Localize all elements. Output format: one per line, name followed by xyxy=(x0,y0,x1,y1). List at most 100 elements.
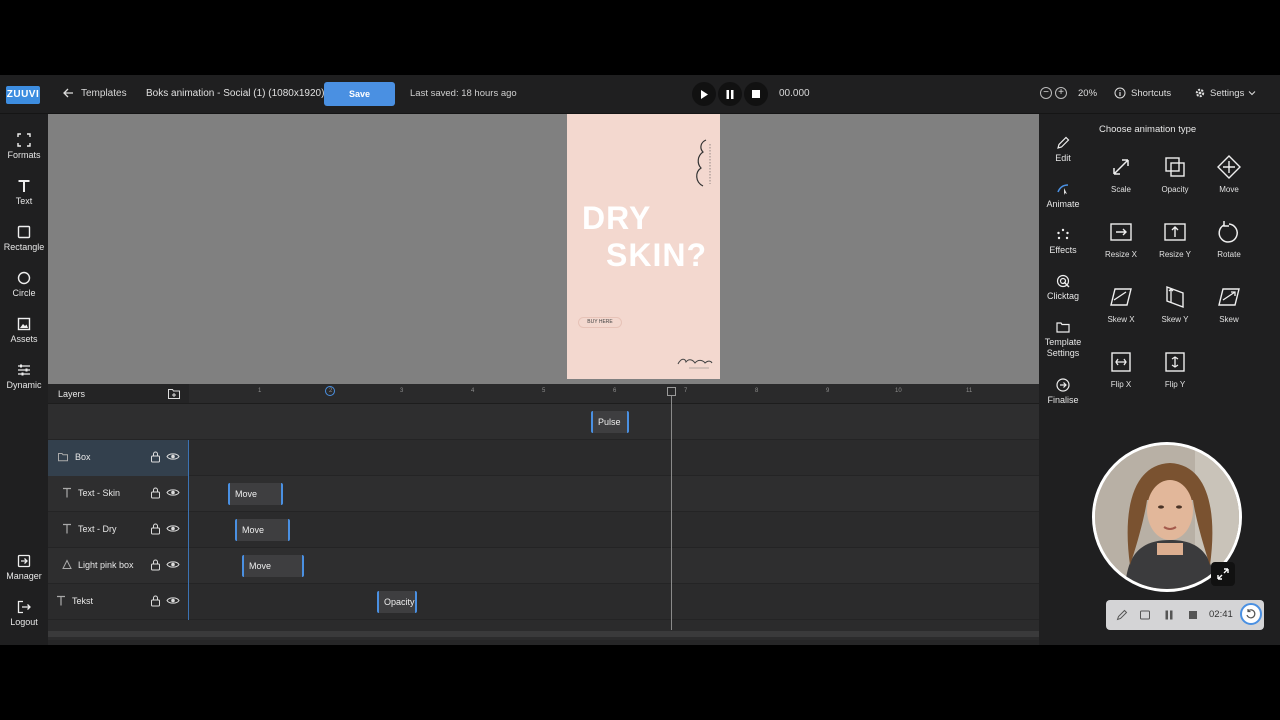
tab-finalise[interactable]: Finalise xyxy=(1039,378,1087,406)
ruler-tick: 10 xyxy=(895,388,902,394)
animation-clip-pulse[interactable]: Pulse xyxy=(591,411,629,433)
add-folder-icon[interactable] xyxy=(168,388,180,399)
play-button[interactable] xyxy=(692,82,716,106)
tool-logout[interactable]: Logout xyxy=(0,600,48,627)
ruler-tick: 6 xyxy=(613,388,617,394)
stop-button[interactable] xyxy=(744,82,768,106)
layer-cell: Light pink box xyxy=(48,548,189,584)
tool-rectangle[interactable]: Rectangle xyxy=(0,225,48,252)
timeline-scrollbar[interactable] xyxy=(48,631,1039,637)
ruler-tick: 1 xyxy=(258,388,262,394)
anim-type-flip-x[interactable]: Flip X xyxy=(1097,343,1145,403)
anim-type-resize-y[interactable]: Resize Y xyxy=(1151,213,1199,273)
time-marker[interactable] xyxy=(667,387,676,396)
save-button[interactable]: Save xyxy=(324,82,395,106)
animation-clip-move[interactable]: Move xyxy=(242,555,304,577)
animation-clip-move[interactable]: Move xyxy=(235,519,290,541)
ruler-tick: 4 xyxy=(471,388,475,394)
buy-here-button[interactable]: BUY HERE xyxy=(578,317,622,328)
tool-circle[interactable]: Circle xyxy=(0,271,48,298)
tool-label: Assets xyxy=(10,334,38,344)
lock-icon[interactable] xyxy=(150,594,161,607)
expand-webcam-button[interactable] xyxy=(1211,562,1235,586)
anim-type-flip-y[interactable]: Flip Y xyxy=(1151,343,1199,403)
eye-icon[interactable] xyxy=(166,451,180,462)
stop-icon[interactable] xyxy=(1187,609,1199,621)
eye-icon[interactable] xyxy=(166,523,180,534)
lock-icon[interactable] xyxy=(150,450,161,463)
anim-type-skew-y[interactable]: Skew Y xyxy=(1151,278,1199,338)
zuuvi-logo[interactable]: ZUUVI xyxy=(6,86,40,104)
anim-type-skew-x[interactable]: Skew X xyxy=(1097,278,1145,338)
tool-manager[interactable]: Manager xyxy=(0,554,48,581)
pause-icon xyxy=(726,89,734,99)
layer-cell: Text - Skin xyxy=(48,476,189,512)
back-to-templates-link[interactable]: Templates xyxy=(62,87,127,99)
tool-dynamic[interactable]: Dynamic xyxy=(0,363,48,390)
layer-row-tekst[interactable]: Tekst Opacity xyxy=(48,584,1039,620)
tool-text[interactable]: Text xyxy=(0,179,48,206)
pencil-icon xyxy=(1057,136,1070,149)
shortcuts-button[interactable]: Shortcuts xyxy=(1114,87,1171,99)
anim-type-move[interactable]: Move xyxy=(1205,148,1253,208)
tool-formats[interactable]: Formats xyxy=(0,133,48,160)
tab-template-settings[interactable]: Template Settings xyxy=(1039,320,1087,359)
tool-label: Formats xyxy=(7,150,41,160)
canvas-stage[interactable]: DRY SKIN? BUY HERE xyxy=(48,114,1039,384)
anim-type-rotate[interactable]: Rotate xyxy=(1205,213,1253,273)
pause-icon[interactable] xyxy=(1163,609,1175,621)
anim-type-resize-x[interactable]: Resize X xyxy=(1097,213,1145,273)
anim-type-label: Skew xyxy=(1219,315,1239,324)
ruler-tick: 3 xyxy=(400,388,404,394)
layer-row-text-dry[interactable]: Text - Dry Move xyxy=(48,512,1039,548)
right-tabs: Edit Animate Effects Clicktag Template S… xyxy=(1039,114,1087,645)
anim-type-opacity[interactable]: Opacity xyxy=(1151,148,1199,208)
tool-label: Text xyxy=(15,196,33,206)
eye-icon[interactable] xyxy=(166,559,180,570)
tab-label: Clicktag xyxy=(1046,291,1079,301)
layer-row-text-skin[interactable]: Text - Skin Move xyxy=(48,476,1039,512)
zoom-in-button[interactable]: + xyxy=(1055,87,1067,99)
recording-time: 02:41 xyxy=(1209,609,1233,620)
rectangle-icon xyxy=(17,225,31,239)
eye-icon[interactable] xyxy=(166,487,180,498)
layers-title: Layers xyxy=(58,389,86,399)
back-label: Templates xyxy=(81,87,127,99)
artboard[interactable]: DRY SKIN? BUY HERE xyxy=(567,114,720,379)
info-icon xyxy=(1114,87,1126,99)
lock-icon[interactable] xyxy=(150,522,161,535)
rectangle-select-icon[interactable] xyxy=(1139,609,1151,621)
headline-skin[interactable]: SKIN? xyxy=(606,237,707,274)
lock-icon[interactable] xyxy=(150,558,161,571)
ruler-tick: 5 xyxy=(542,388,546,394)
sliders-icon xyxy=(18,364,30,376)
target-click-icon xyxy=(1056,274,1070,288)
anim-type-scale[interactable]: Scale xyxy=(1097,148,1145,208)
eye-icon[interactable] xyxy=(166,595,180,606)
animation-clip-opacity[interactable]: Opacity xyxy=(377,591,417,613)
pause-button[interactable] xyxy=(718,82,742,106)
pencil-icon[interactable] xyxy=(1116,609,1128,621)
anim-type-label: Resize Y xyxy=(1159,250,1191,259)
settings-label: Settings xyxy=(1210,87,1245,99)
animation-clip-move[interactable]: Move xyxy=(228,483,283,505)
settings-dropdown[interactable]: Settings xyxy=(1194,87,1256,99)
tab-edit[interactable]: Edit xyxy=(1039,136,1087,164)
tool-assets[interactable]: Assets xyxy=(0,317,48,344)
document-title[interactable]: Boks animation - Social (1) (1080x1920) xyxy=(146,88,324,99)
tab-animate[interactable]: Animate xyxy=(1039,182,1087,210)
restart-button[interactable] xyxy=(1240,603,1262,625)
ruler-tick: 9 xyxy=(826,388,830,394)
tab-clicktag[interactable]: Clicktag xyxy=(1039,274,1087,302)
headline-dry[interactable]: DRY xyxy=(582,200,651,237)
anim-type-skew[interactable]: Skew xyxy=(1205,278,1253,338)
layer-row-light-pink-box[interactable]: Light pink box Move xyxy=(48,548,1039,584)
tool-label: Circle xyxy=(12,288,36,298)
time-ruler[interactable]: 1 2 3 4 5 6 7 8 9 10 11 xyxy=(189,384,1039,404)
layer-name: Text - Dry xyxy=(78,524,117,534)
layer-row-box[interactable]: Box xyxy=(48,440,1039,476)
left-toolbar: Formats Text Rectangle Circle Assets Dyn… xyxy=(0,114,48,645)
lock-icon[interactable] xyxy=(150,486,161,499)
tab-effects[interactable]: Effects xyxy=(1039,228,1087,256)
zoom-out-button[interactable]: − xyxy=(1040,87,1052,99)
